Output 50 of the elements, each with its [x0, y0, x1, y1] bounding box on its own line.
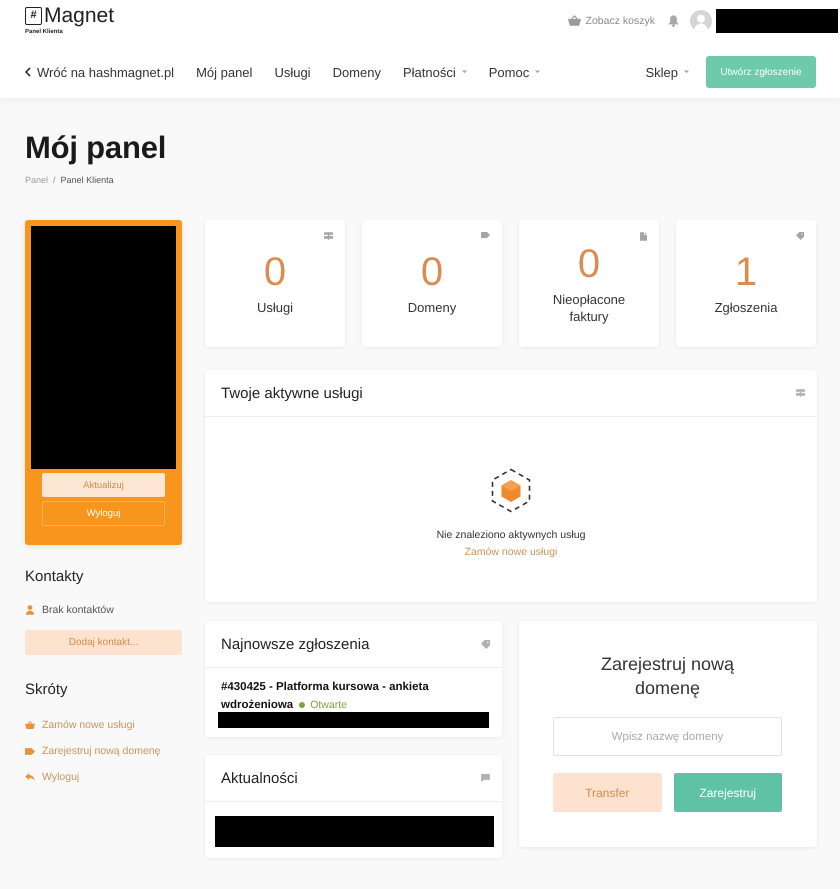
panel-title: Aktualności — [221, 770, 298, 786]
stat-tile[interactable]: 0 Nieopłacone faktury — [519, 220, 659, 347]
document-icon — [640, 232, 647, 241]
stat-number: 1 — [734, 251, 758, 293]
reply-arrow-icon — [25, 773, 35, 781]
stat-label: Domeny — [408, 299, 456, 316]
page-title: Mój panel — [25, 130, 166, 166]
bell-icon[interactable] — [668, 14, 679, 26]
server-icon — [324, 232, 333, 240]
chevron-left-icon — [25, 67, 31, 77]
panel-title: Twoje aktywne usługi — [221, 384, 363, 402]
nav-link[interactable]: Płatności — [402, 64, 467, 80]
breadcrumb-separator: / — [53, 174, 56, 186]
comment-icon — [481, 774, 490, 782]
nav-link[interactable]: Pomoc — [488, 64, 540, 80]
server-icon — [796, 389, 805, 397]
cube-icon — [491, 468, 531, 513]
panel-title: Najnowsze zgłoszenia — [221, 636, 370, 652]
tag-icon — [796, 232, 804, 240]
stat-label: Usługi — [256, 299, 294, 316]
tag-icon — [481, 640, 490, 648]
ticket-link[interactable]: #430425 - Platforma kursowa - ankieta wdrożeniowa Otwarte — [221, 678, 431, 714]
domain-card-title: Zarejestruj nową domenę — [600, 653, 736, 700]
stat-tile[interactable]: 0 Domeny — [362, 220, 502, 347]
breadcrumb-current: Panel Klienta — [60, 174, 114, 186]
logo-mark: # — [25, 7, 42, 25]
stat-label: Zgłoszenia — [714, 299, 778, 316]
section-heading: Kontakty — [25, 568, 84, 586]
person-icon — [26, 605, 34, 615]
back-link[interactable]: Wróć na hashmagnet.pl — [25, 64, 174, 80]
stat-number: 0 — [578, 242, 600, 284]
nav-link[interactable]: Sklep — [645, 64, 689, 80]
empty-contacts-text: Brak kontaktów — [42, 603, 114, 617]
empty-services-text: Nie znaleziono aktywnych usług — [436, 529, 586, 542]
section-heading: Skróty — [25, 681, 69, 699]
stat-number: 0 — [420, 251, 444, 293]
nav-link[interactable]: Domeny — [332, 64, 381, 80]
basket-icon — [25, 721, 35, 729]
basket-icon — [568, 15, 581, 26]
stat-tile[interactable]: 0 Usługi — [205, 220, 345, 347]
logo-text: Magnet — [44, 5, 114, 27]
nav-link[interactable]: Mój panel — [196, 64, 252, 80]
stat-tile[interactable]: 1 Zgłoszenia — [676, 220, 816, 347]
avatar-icon[interactable] — [690, 10, 712, 32]
stat-number: 0 — [264, 251, 286, 293]
label-icon — [25, 748, 35, 754]
domain-input[interactable]: Wpisz nazwę domeny — [553, 717, 782, 756]
nav-link[interactable]: Usługi — [274, 64, 311, 80]
label-icon — [481, 232, 490, 238]
stat-label: Nieopłacone faktury — [552, 290, 626, 324]
